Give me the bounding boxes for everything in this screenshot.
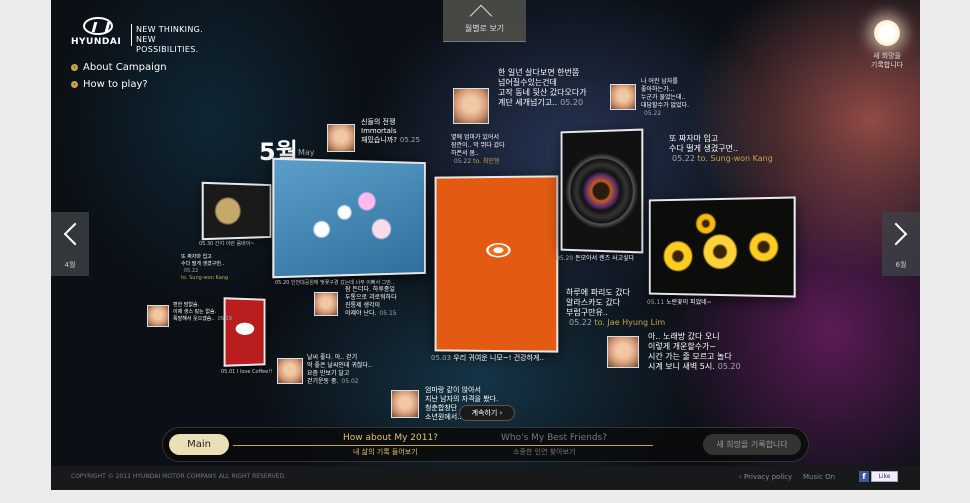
note-item: 잠 든더다. 하루종일 두통으로 괴로워하다 진통제 생각이 이제야 난다. 05.… bbox=[345, 286, 397, 317]
music-toggle[interactable]: Music On bbox=[803, 473, 835, 481]
avatar[interactable] bbox=[147, 305, 169, 327]
bullet-arrow-icon: › bbox=[71, 81, 78, 88]
wish-top-line1: 새 희망을 bbox=[873, 52, 901, 60]
view-by-month-label: 월별로 보기 bbox=[464, 24, 505, 33]
record-wish-button[interactable]: 새 희망을 기록합니다 bbox=[703, 434, 801, 455]
note-item: 나 어린 남자를 좋아하는가... 누군가 물었는데.. 대답할수가 없었다. 05… bbox=[641, 78, 689, 117]
avatar[interactable] bbox=[314, 292, 338, 316]
photo-clownfish[interactable] bbox=[434, 175, 559, 353]
avatar[interactable] bbox=[277, 358, 303, 384]
avatar[interactable] bbox=[391, 390, 419, 418]
caption-fish: 05.03 우리 귀여운 니모~! 건강하게.. bbox=[431, 354, 544, 363]
next-month-label: 6월 bbox=[895, 261, 907, 269]
avatar[interactable] bbox=[607, 336, 639, 368]
note-item: 또 짜자마 입고 수다 떨게 생겼구먼.. 05.22 to. Sung-won … bbox=[181, 254, 229, 281]
campaign-stage: HYUNDAI NEW THINKING. NEW POSSIBILITIES.… bbox=[51, 0, 920, 490]
note-item: 옆에 엄마가 있어서 잠깐이.. 막 뛰다 갔다 하픈서 봄.. 05.22 to… bbox=[451, 134, 505, 165]
avatar[interactable] bbox=[327, 124, 355, 152]
wish-top-line2: 기록합니다 bbox=[870, 61, 904, 69]
privacy-policy-link[interactable]: › Privacy policy bbox=[739, 473, 792, 481]
hyundai-logo[interactable]: HYUNDAI NEW THINKING. NEW POSSIBILITIES. bbox=[71, 17, 211, 54]
nav-my-2011-sub[interactable]: 내 삶의 기록 들어보기 bbox=[353, 447, 418, 457]
nav-best-friends-sub[interactable]: 소중한 인연 찾아보기 bbox=[513, 447, 575, 457]
slogan-line1: NEW THINKING. bbox=[136, 25, 203, 34]
next-month-button[interactable]: 6월 bbox=[882, 212, 920, 276]
caption-helmets-date: 05.30 bbox=[199, 241, 214, 247]
copyright-text: COPYRIGHT © 2011 HYUNDAI MOTOR COMPANY. … bbox=[71, 473, 286, 480]
photo-helmets[interactable] bbox=[201, 181, 272, 241]
hyundai-emblem-icon bbox=[83, 17, 113, 35]
caption-coffee-date: 05.01 bbox=[221, 369, 236, 375]
note-item: 신들의 전쟁 Immortals 재밌습니까? 05.25 bbox=[361, 118, 420, 144]
caption-helmets: 05.30 간지 이런 음바이~ bbox=[199, 240, 255, 249]
chevron-left-icon bbox=[63, 222, 87, 246]
brand-slogan: NEW THINKING. NEW POSSIBILITIES. bbox=[136, 25, 211, 55]
continue-button[interactable]: 계속하기 › bbox=[459, 405, 515, 421]
note-item: 아.. 노래방 갔다 오니 이렇게 개운할수가~ 시간 가는 줄 모르고 놀다 시… bbox=[648, 332, 741, 371]
slogan-line2: NEW POSSIBILITIES. bbox=[136, 35, 199, 54]
glowing-orb-icon bbox=[874, 20, 900, 46]
photo-cherry-blossom[interactable] bbox=[272, 157, 426, 279]
note-item: 편한 맘없슴. 이제 생스 탔는 없슴. 폭발해서 웃으겠슴.. 05.19 bbox=[173, 302, 232, 322]
about-campaign-link[interactable]: › About Campaign bbox=[71, 62, 167, 73]
note-item: 하루에 파리도 갔다 알라스카도 갔다 부럽구만유.. 05.22 to. Jae… bbox=[566, 288, 666, 327]
how-to-play-label: How to play? bbox=[83, 79, 148, 90]
prev-month-button[interactable]: 4월 bbox=[51, 212, 89, 276]
caption-helmets-text: 간지 이런 음바이~ bbox=[214, 241, 255, 247]
facebook-icon[interactable]: f bbox=[859, 471, 869, 482]
brand-name: HYUNDAI bbox=[71, 37, 122, 47]
caption-lens-text: 돈모아서 렌즈 사고싶다 bbox=[575, 255, 635, 262]
record-wish-top[interactable]: 새 희망을 기록합니다 bbox=[857, 20, 917, 70]
about-campaign-label: About Campaign bbox=[83, 62, 167, 73]
caption-lens: 05.20 돈모아서 렌즈 사고싶다 bbox=[556, 254, 634, 263]
avatar[interactable] bbox=[610, 84, 636, 110]
chevron-right-icon bbox=[884, 222, 908, 246]
caption-blossom-date: 05.20 bbox=[275, 280, 290, 286]
logo-divider bbox=[131, 24, 132, 46]
caption-coffee: 05.01 I love Coffee!! bbox=[221, 368, 272, 377]
caption-fish-date: 05.03 bbox=[431, 354, 452, 362]
nav-best-friends-title[interactable]: Who's My Best Friends? bbox=[501, 433, 607, 443]
note-item: 한 일년 살다보면 한번쯤 넘어질수있는건데 고작 동네 뒷산 갔다오다가 계단 … bbox=[498, 68, 587, 107]
photo-yellow-flowers[interactable] bbox=[648, 196, 796, 298]
progress-line bbox=[233, 445, 653, 446]
caption-flowers-text: 노란꽃이 피었네~ bbox=[666, 299, 712, 306]
prev-month-label: 4월 bbox=[64, 261, 76, 269]
how-to-play-link[interactable]: › How to play? bbox=[71, 79, 148, 90]
avatar[interactable] bbox=[453, 88, 489, 124]
nav-my-2011-title[interactable]: How about My 2011? bbox=[343, 433, 438, 443]
main-button[interactable]: Main bbox=[169, 434, 229, 455]
note-item: 날씨 좋다. 아.. 걷기 딱 좋은 날씨인데 귀찮다.. 요즘 만보기 달고 걷… bbox=[307, 354, 372, 385]
photo-camera-lens[interactable] bbox=[560, 128, 644, 254]
view-by-month-tab[interactable]: 월별로 보기 bbox=[443, 0, 526, 42]
caption-fish-text: 우리 귀여운 니모~! 건강하게.. bbox=[453, 354, 544, 362]
bullet-arrow-icon: › bbox=[71, 64, 78, 71]
bottom-navigation-bar: Main How about My 2011? 내 삶의 기록 들어보기 Who… bbox=[162, 427, 809, 462]
month-english: May bbox=[298, 148, 315, 157]
caption-coffee-text: I love Coffee!! bbox=[236, 369, 273, 375]
note-item: 또 짜자마 입고 수다 떨게 생겼구먼.. 05.22 to. Sung-won … bbox=[669, 134, 773, 163]
caption-lens-date: 05.20 bbox=[556, 255, 574, 262]
footer: COPYRIGHT © 2011 HYUNDAI MOTOR COMPANY. … bbox=[51, 466, 920, 490]
like-button[interactable]: Like bbox=[871, 471, 898, 482]
